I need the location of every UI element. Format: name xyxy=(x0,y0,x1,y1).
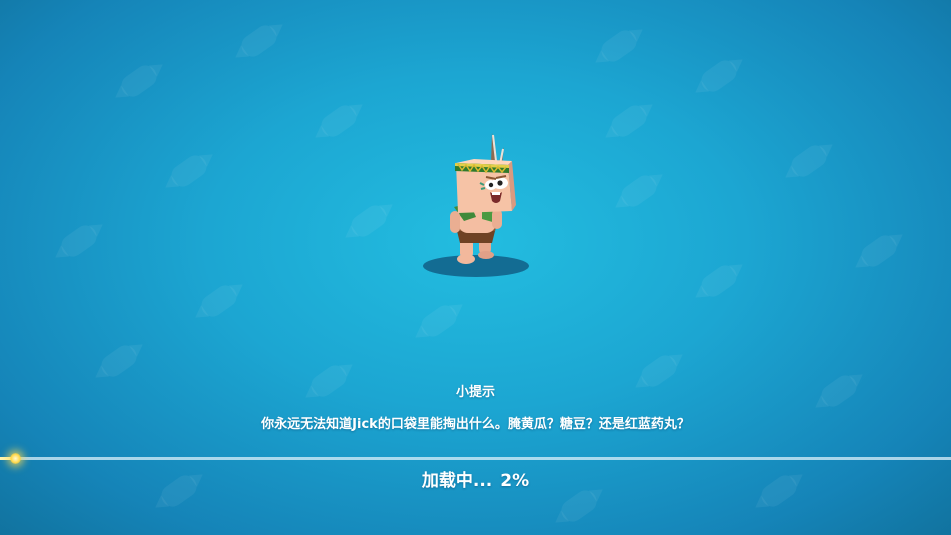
candy-pattern-icon xyxy=(557,486,601,526)
candy-pattern-icon xyxy=(347,201,391,241)
tip-text: 你永远无法知道Jick的口袋里能掏出什么。腌黄瓜？糖豆？还是红蓝药丸？ xyxy=(261,417,690,432)
candy-pattern-icon xyxy=(57,221,101,261)
candy-pattern-icon xyxy=(317,101,361,141)
candy-pattern-icon xyxy=(607,101,651,141)
loading-status: 加载中... 2% xyxy=(0,466,951,491)
candy-pattern-icon xyxy=(237,21,281,61)
loading-progress-bar xyxy=(0,457,951,460)
candy-pattern-icon xyxy=(597,26,641,66)
loading-percent: 2% xyxy=(500,471,530,491)
candy-pattern-icon xyxy=(197,281,241,321)
candy-pattern-icon xyxy=(857,231,901,271)
progress-indicator-icon xyxy=(10,453,21,464)
candy-pattern-icon xyxy=(417,301,461,341)
tip-title: 小提示 xyxy=(455,385,495,400)
candy-pattern-icon xyxy=(97,341,141,381)
loading-label: 加载中... xyxy=(421,471,493,491)
jick-character-icon xyxy=(420,125,532,285)
candy-pattern-icon xyxy=(617,171,661,211)
candy-pattern-icon xyxy=(787,141,831,181)
candy-pattern-icon xyxy=(117,61,161,101)
candy-pattern-icon xyxy=(697,56,741,96)
candy-pattern-icon xyxy=(167,151,211,191)
candy-pattern-icon xyxy=(697,261,741,301)
